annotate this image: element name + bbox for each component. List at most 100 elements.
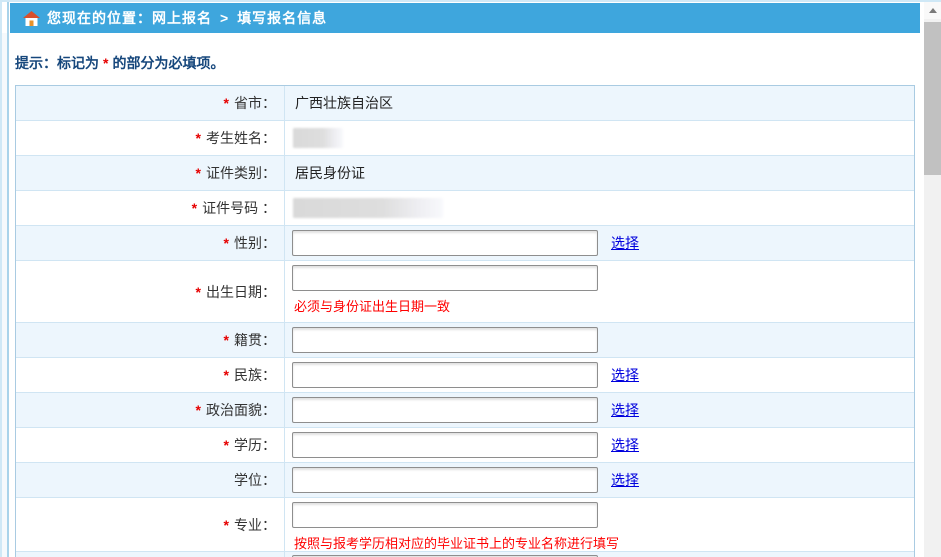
major-note: 按照与报考学历相对应的毕业证书上的专业名称进行填写	[292, 533, 914, 552]
political-status-input-line: 选择	[292, 397, 914, 423]
form-row-candidate-name: * 考生姓名：	[16, 121, 914, 156]
gender-value-cell: 选择	[285, 226, 914, 260]
tip-text-before: 提示：标记为	[15, 55, 99, 71]
education-input[interactable]	[292, 432, 598, 458]
education-input-line: 选择	[292, 432, 914, 458]
degree-select-link[interactable]: 选择	[611, 470, 639, 490]
required-mark: *	[224, 95, 229, 111]
education-label-text: 学历：	[234, 435, 276, 455]
top-border-line	[0, 0, 941, 2]
required-mark: *	[196, 165, 201, 181]
breadcrumb-separator: >	[220, 10, 229, 26]
form-row-next-field	[16, 552, 914, 557]
id-type-label: * 证件类别：	[16, 156, 285, 190]
form-row-id-type: * 证件类别： 居民身份证	[16, 156, 914, 191]
scrollbar-up-button[interactable]	[924, 2, 941, 19]
id-number-label: * 证件号码 ：	[16, 191, 285, 225]
required-mark: *	[196, 130, 201, 146]
tip-required-mark: *	[103, 55, 108, 71]
candidate-name-label-text: 考生姓名：	[206, 128, 276, 148]
form-row-education: * 学历： 选择	[16, 428, 914, 463]
gender-input[interactable]	[292, 230, 598, 256]
major-label-text: 专业：	[234, 515, 276, 535]
ethnicity-select-link[interactable]: 选择	[611, 365, 639, 385]
degree-input-line: 选择	[292, 467, 914, 493]
tip-text-after: 的部分为必填项。	[112, 55, 224, 71]
education-value-cell: 选择	[285, 428, 914, 462]
required-mark: *	[224, 367, 229, 383]
breadcrumb-bar: 您现在的位置： 网上报名 > 填写报名信息	[10, 3, 920, 33]
native-place-label: * 籍贯：	[16, 323, 285, 357]
registration-form-table: * 省市： 广西壮族自治区 * 考生姓名： * 证件类别： 居民身份证 * 证件号码 ： * 性别： 选…	[15, 85, 915, 557]
id-number-redacted-value	[293, 198, 443, 218]
scrollbar-thumb[interactable]	[924, 22, 941, 175]
native-place-label-text: 籍贯：	[234, 330, 276, 350]
form-row-native-place: * 籍贯：	[16, 323, 914, 358]
education-label: * 学历：	[16, 428, 285, 462]
political-status-input[interactable]	[292, 397, 598, 423]
breadcrumb-prefix: 您现在的位置：	[47, 8, 152, 28]
birth-date-input-line	[292, 265, 914, 291]
ethnicity-value-cell: 选择	[285, 358, 914, 392]
ethnicity-label-text: 民族：	[234, 365, 276, 385]
gender-label-text: 性别：	[234, 233, 276, 253]
id-type-value-cell: 居民身份证	[285, 156, 914, 190]
native-place-value-cell	[285, 323, 914, 357]
major-input[interactable]	[292, 502, 598, 528]
form-row-id-number: * 证件号码 ：	[16, 191, 914, 226]
candidate-name-redacted-value	[293, 128, 343, 148]
ethnicity-input-line: 选择	[292, 362, 914, 388]
education-select-link[interactable]: 选择	[611, 435, 639, 455]
birth-date-note: 必须与身份证出生日期一致	[292, 296, 914, 315]
province-label-text: 省市：	[234, 93, 276, 113]
candidate-name-value-cell	[285, 121, 914, 155]
form-row-province: * 省市： 广西壮族自治区	[16, 86, 914, 121]
id-type-value: 居民身份证	[292, 163, 914, 183]
gender-select-link[interactable]: 选择	[611, 233, 639, 253]
form-row-major: *专业： 按照与报考学历相对应的毕业证书上的专业名称进行填写	[16, 498, 914, 552]
gender-input-line: 选择	[292, 230, 914, 256]
degree-label: 学位：	[16, 463, 285, 497]
scroll-up-arrow-icon	[929, 8, 937, 13]
degree-value-cell: 选择	[285, 463, 914, 497]
next-field-value-cell	[285, 552, 914, 557]
breadcrumb-current-page: 填写报名信息	[237, 8, 327, 28]
form-row-gender: * 性别： 选择	[16, 226, 914, 261]
native-place-input[interactable]	[292, 327, 598, 353]
required-mark: *	[224, 235, 229, 251]
ethnicity-label: * 民族：	[16, 358, 285, 392]
id-type-label-text: 证件类别：	[206, 163, 276, 183]
id-number-label-text: 证件号码 ：	[202, 198, 276, 218]
province-value-cell: 广西壮族自治区	[285, 86, 914, 120]
major-value-cell: 按照与报考学历相对应的毕业证书上的专业名称进行填写	[285, 498, 914, 551]
required-mark: *	[196, 402, 201, 418]
vertical-scrollbar[interactable]	[924, 2, 941, 557]
degree-input[interactable]	[292, 467, 598, 493]
required-mark: *	[224, 437, 229, 453]
ethnicity-input[interactable]	[292, 362, 598, 388]
birth-date-input[interactable]	[292, 265, 598, 291]
political-status-select-link[interactable]: 选择	[611, 400, 639, 420]
birth-date-label-text: 出生日期：	[206, 282, 276, 302]
political-status-value-cell: 选择	[285, 393, 914, 427]
registration-form-page: 您现在的位置： 网上报名 > 填写报名信息 提示：标记为*的部分为必填项。 *省…	[0, 0, 941, 557]
left-panel-line	[7, 2, 9, 557]
form-row-birth-date: * 出生日期： 必须与身份证出生日期一致	[16, 261, 914, 323]
political-status-label: *政治面貌：	[16, 393, 285, 427]
birth-date-label: * 出生日期：	[16, 261, 285, 322]
form-row-ethnicity: * 民族： 选择	[16, 358, 914, 393]
major-label: *专业：	[16, 498, 285, 551]
birth-date-value-cell: 必须与身份证出生日期一致	[285, 261, 914, 322]
province-value: 广西壮族自治区	[292, 93, 914, 113]
required-mark: *	[192, 200, 197, 216]
next-field-label	[16, 552, 285, 557]
breadcrumb-link-online-registration[interactable]: 网上报名	[152, 8, 212, 28]
degree-label-text: 学位：	[234, 470, 276, 490]
province-label: * 省市：	[16, 86, 285, 120]
required-mark: *	[224, 332, 229, 348]
required-mark: *	[196, 284, 201, 300]
gender-label: * 性别：	[16, 226, 285, 260]
form-row-political-status: *政治面貌： 选择	[16, 393, 914, 428]
id-number-value-cell	[285, 191, 914, 225]
home-icon	[23, 11, 40, 26]
